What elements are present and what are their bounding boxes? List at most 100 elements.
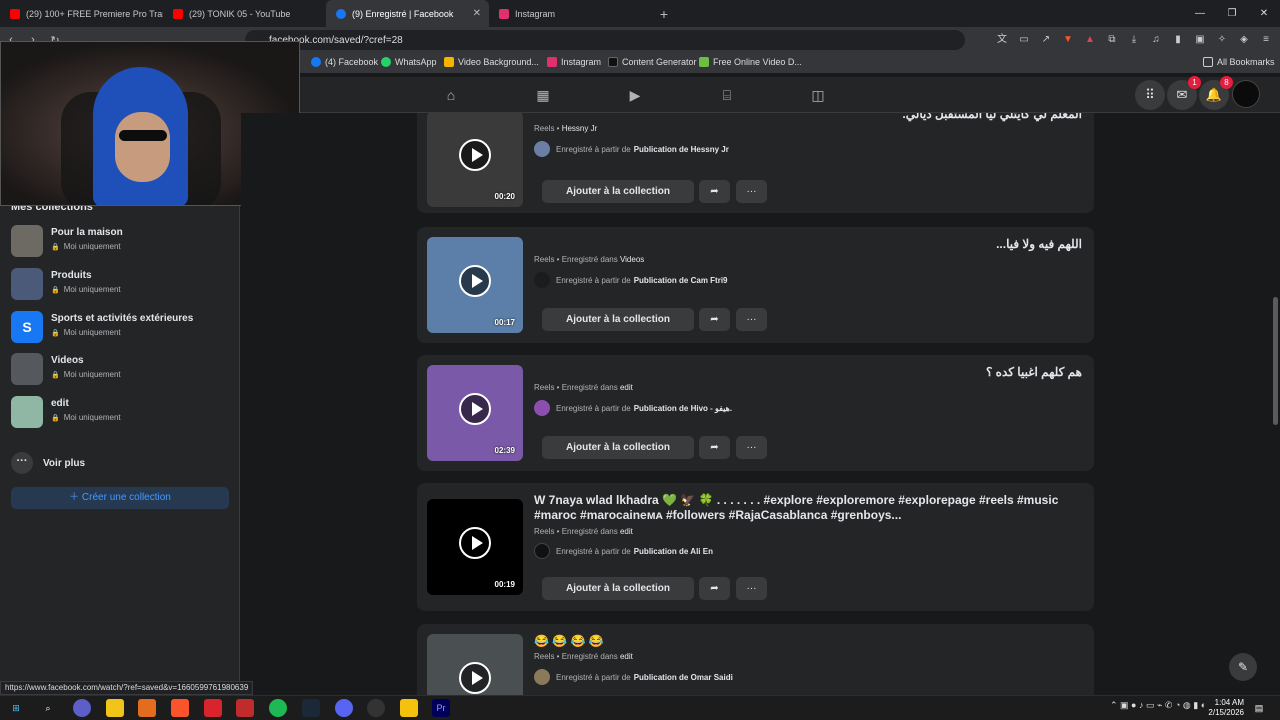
add-to-collection-button[interactable]: Ajouter à la collection [542, 180, 694, 203]
app-icon[interactable] [400, 699, 418, 717]
file-explorer-icon[interactable] [106, 699, 124, 717]
wallet-icon[interactable]: ▣ [1190, 30, 1210, 50]
notifications-button[interactable]: 🔔 8 [1199, 76, 1233, 110]
messenger-button[interactable]: ✉ 1 [1167, 76, 1201, 110]
more-options-button[interactable]: ··· [736, 577, 767, 600]
add-to-collection-button[interactable]: Ajouter à la collection [542, 436, 694, 459]
scrollbar-thumb[interactable] [1273, 297, 1278, 425]
play-icon[interactable] [459, 662, 491, 694]
address-bar[interactable]: facebook.com/saved/?cref=28 [245, 30, 965, 50]
bookmark-facebook[interactable]: (4) Facebook [311, 57, 378, 67]
new-tab-button[interactable]: + [652, 6, 676, 22]
collection-produits[interactable]: Produits 🔒 Moi uniquement [11, 268, 231, 302]
bookmark-video-background[interactable]: Video Background... [444, 57, 539, 67]
dashboard-icon[interactable]: ▦ [533, 85, 553, 105]
share-icon[interactable]: ↗ [1036, 30, 1056, 50]
create-collection-button[interactable]: ＋ Créer une collection [11, 487, 229, 509]
video-thumbnail[interactable]: 02:39 [427, 365, 523, 461]
bookmark-free-video[interactable]: Free Online Video D... [699, 57, 802, 67]
add-to-collection-button[interactable]: Ajouter à la collection [542, 577, 694, 600]
obs-icon[interactable] [367, 699, 385, 717]
collection-edit[interactable]: edit 🔒 Moi uniquement [11, 396, 231, 430]
steam-icon[interactable] [302, 699, 320, 717]
menu-grid-button[interactable]: ⠿ [1135, 80, 1165, 110]
saved-item-title[interactable]: W 7naya wlad lkhadra 💚 🦅 🍀 . . . . . . .… [534, 493, 1082, 523]
saved-item-title[interactable]: هم كلهم اغبيا كده ؟ [534, 365, 1082, 380]
app-icon[interactable] [73, 699, 91, 717]
see-more-button[interactable]: ··· Voir plus [11, 452, 85, 474]
video-icon[interactable]: ▶ [625, 85, 645, 105]
leo-icon[interactable]: ✧ [1212, 30, 1232, 50]
new-message-button[interactable]: ✎ [1229, 653, 1257, 681]
translate-icon[interactable]: 文 [992, 30, 1012, 50]
play-icon[interactable] [459, 265, 491, 297]
collection-sports[interactable]: S Sports et activités extérieures 🔒 Moi u… [11, 311, 231, 345]
video-thumbnail[interactable]: 00:19 [427, 499, 523, 595]
share-button[interactable]: ➦ [699, 180, 730, 203]
scrollbar[interactable] [1271, 113, 1280, 695]
more-options-button[interactable]: ··· [736, 436, 767, 459]
source-name[interactable]: Publication de Hivo - هيفو. [634, 404, 732, 413]
premiere-pro-icon[interactable]: Pr [432, 699, 450, 717]
collection-pour-la-maison[interactable]: Pour la maison 🔒 Moi uniquement [11, 225, 231, 259]
extensions-icon[interactable]: ⧉ [1102, 30, 1122, 50]
windows-start-icon[interactable]: ⊞ [7, 699, 25, 717]
brave-shield-icon[interactable]: ▼ [1058, 30, 1078, 50]
home-icon[interactable]: ⌂ [441, 85, 461, 105]
video-thumbnail[interactable] [427, 634, 523, 695]
tab-tonik-youtube[interactable]: (29) TONIK 05 - YouTube [163, 0, 326, 27]
tab-facebook-saved[interactable]: (9) Enregistré | Facebook ✕ [326, 0, 489, 27]
video-thumbnail[interactable]: 00:17 [427, 237, 523, 333]
vpn-icon[interactable]: ◈ [1234, 30, 1254, 50]
restore-icon[interactable]: ❐ [1216, 0, 1248, 27]
gaming-icon[interactable]: ◫ [808, 85, 828, 105]
tab-label: (29) TONIK 05 - YouTube [189, 8, 291, 19]
app-icon[interactable] [138, 699, 156, 717]
bookmark-content-generator[interactable]: Content Generator [608, 57, 697, 67]
minimize-icon[interactable]: — [1184, 0, 1216, 27]
discord-icon[interactable] [335, 699, 353, 717]
more-options-button[interactable]: ··· [736, 180, 767, 203]
share-button[interactable]: ➦ [699, 436, 730, 459]
tray-icons[interactable]: ⌃ ▣ ● ♪ ▭ ⌁ ✆ ◔ ◍ ▮ ◐ [1110, 700, 1206, 711]
marketplace-icon[interactable]: ⌸ [717, 85, 737, 105]
close-window-icon[interactable]: ✕ [1248, 0, 1280, 27]
saved-item-title[interactable]: 😂 😂 😂 😂 [534, 634, 1082, 649]
spotify-icon[interactable] [269, 699, 287, 717]
notification-center-icon[interactable]: ▤ [1250, 699, 1268, 717]
all-bookmarks[interactable]: All Bookmarks [1203, 57, 1275, 67]
play-icon[interactable] [459, 139, 491, 171]
source-name[interactable]: Publication de Ali En [634, 547, 713, 556]
source-name[interactable]: Publication de Omar Saidi [634, 673, 733, 682]
source-name[interactable]: Publication de Cam Ftri9 [634, 276, 728, 285]
search-icon[interactable]: ⌕ [39, 699, 57, 717]
privacy-label: Moi uniquement [63, 413, 121, 422]
app-icon[interactable] [236, 699, 254, 717]
play-icon[interactable] [459, 527, 491, 559]
saved-item-title[interactable]: اللهم فيه ولا فيا... [534, 237, 1082, 252]
play-icon[interactable] [459, 393, 491, 425]
tab-premiere-transitions[interactable]: (29) 100+ FREE Premiere Pro Transiti [0, 0, 163, 27]
video-thumbnail[interactable]: 00:20 [427, 113, 523, 207]
saved-item-title[interactable]: المعلم لي كايتلي ليا المستقبل ديالي. [534, 113, 1082, 122]
brave-browser-icon[interactable] [171, 699, 189, 717]
bookmark-instagram[interactable]: Instagram [547, 57, 601, 67]
bookmark-whatsapp[interactable]: WhatsApp [381, 57, 437, 67]
music-icon[interactable]: ♫ [1146, 30, 1166, 50]
collection-videos[interactable]: Videos 🔒 Moi uniquement [11, 353, 231, 387]
sidebar-icon[interactable]: ▮ [1168, 30, 1188, 50]
share-button[interactable]: ➦ [699, 308, 730, 331]
cast-icon[interactable]: ▭ [1014, 30, 1034, 50]
system-clock[interactable]: 1:04 AM 2/15/2026 [1208, 698, 1244, 718]
share-button[interactable]: ➦ [699, 577, 730, 600]
close-tab-icon[interactable]: ✕ [473, 8, 481, 19]
app-icon[interactable] [204, 699, 222, 717]
brave-rewards-icon[interactable]: ▲ [1080, 30, 1100, 50]
add-to-collection-button[interactable]: Ajouter à la collection [542, 308, 694, 331]
source-name[interactable]: Publication de Hessny Jr [634, 145, 729, 154]
download-icon[interactable]: ⤓ [1124, 30, 1144, 50]
avatar[interactable] [1232, 80, 1260, 108]
tab-instagram[interactable]: Instagram [489, 0, 652, 27]
more-options-button[interactable]: ··· [736, 308, 767, 331]
menu-icon[interactable]: ≡ [1256, 30, 1276, 50]
